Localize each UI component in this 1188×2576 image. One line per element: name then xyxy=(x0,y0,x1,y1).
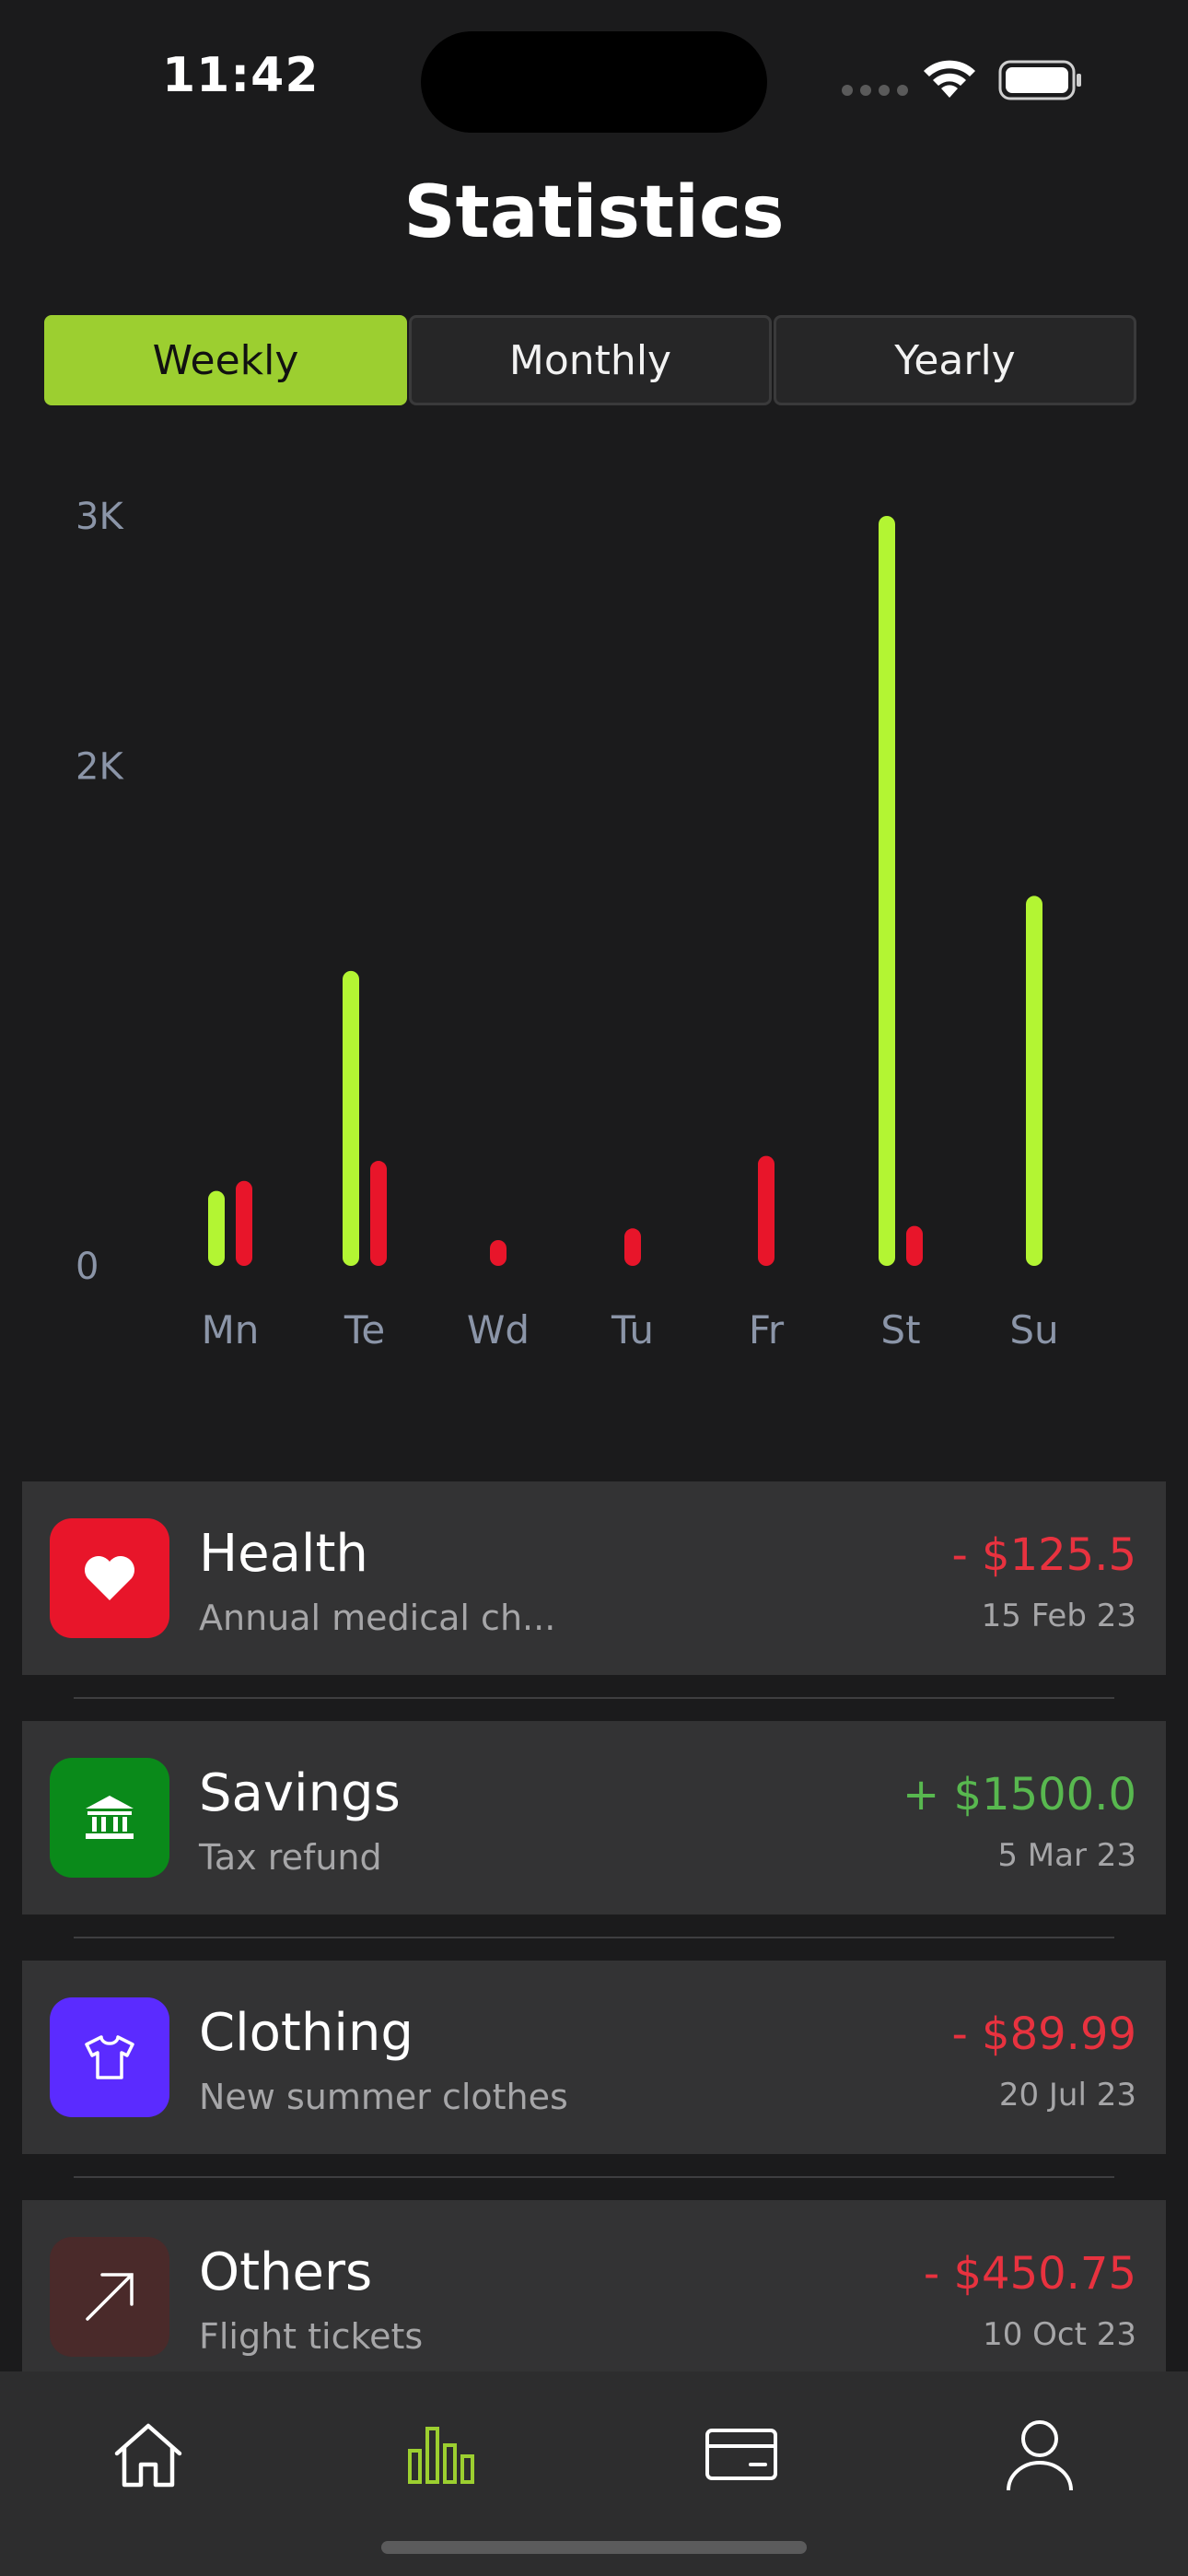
x-tick-label: Wd xyxy=(467,1307,530,1352)
transaction-subtitle: Annual medical ch... xyxy=(199,1598,556,1638)
transaction-item-clothing[interactable]: Clothing New summer clothes - $89.99 20 … xyxy=(22,1961,1166,2154)
divider xyxy=(74,1937,1114,1938)
bank-icon xyxy=(50,1758,169,1878)
home-indicator xyxy=(381,2541,807,2554)
chart-bar xyxy=(1026,896,1042,1266)
chart-bar xyxy=(343,970,359,1266)
transaction-amount: - $450.75 xyxy=(923,2248,1136,2300)
transaction-title: Health xyxy=(199,1524,368,1584)
chart-bar xyxy=(370,1161,387,1266)
x-tick-label: Te xyxy=(344,1307,385,1352)
divider xyxy=(74,1697,1114,1699)
status-time: 11:42 xyxy=(162,48,320,103)
transaction-item-others[interactable]: Others Flight tickets - $450.75 10 Oct 2… xyxy=(22,2200,1166,2394)
transaction-title: Others xyxy=(199,2242,373,2302)
transaction-item-savings[interactable]: Savings Tax refund + $1500.0 5 Mar 23 xyxy=(22,1721,1166,1914)
heart-icon xyxy=(50,1518,169,1638)
y-tick-label: 3K xyxy=(76,496,124,538)
chart-bar xyxy=(236,1180,252,1266)
y-tick-label: 0 xyxy=(76,1246,99,1288)
chart-bar xyxy=(758,1155,775,1266)
arrow-up-right-icon xyxy=(50,2237,169,2357)
x-tick-label: Fr xyxy=(749,1307,785,1352)
transaction-amount: - $89.99 xyxy=(951,2008,1136,2060)
transaction-subtitle: Tax refund xyxy=(199,1837,382,1878)
transaction-title: Savings xyxy=(199,1763,401,1823)
cellular-signal-icon xyxy=(842,85,908,96)
transaction-date: 15 Feb 23 xyxy=(981,1598,1136,1634)
segment-weekly[interactable]: Weekly xyxy=(44,315,407,405)
x-tick-label: Su xyxy=(1009,1307,1058,1352)
statistics-screen: 11:42 Statistics Weekly Monthly Yearly 0… xyxy=(0,0,1188,2576)
transaction-date: 5 Mar 23 xyxy=(997,1837,1136,1874)
transaction-subtitle: Flight tickets xyxy=(199,2316,424,2357)
chart-bar xyxy=(208,1190,225,1266)
segment-monthly[interactable]: Monthly xyxy=(409,315,772,405)
wifi-icon xyxy=(924,60,975,98)
chart-bar xyxy=(490,1240,507,1266)
transaction-item-health[interactable]: Health Annual medical ch... - $125.5 15 … xyxy=(22,1481,1166,1675)
tab-statistics[interactable] xyxy=(402,2414,484,2497)
transaction-amount: + $1500.0 xyxy=(903,1769,1136,1821)
transaction-list: Health Annual medical ch... - $125.5 15 … xyxy=(22,1481,1166,2394)
transaction-title: Clothing xyxy=(199,2003,413,2063)
transaction-date: 20 Jul 23 xyxy=(998,2077,1136,2113)
dynamic-island xyxy=(421,31,767,133)
x-tick-label: Tu xyxy=(611,1307,654,1352)
x-tick-label: St xyxy=(880,1307,920,1352)
tab-cards[interactable] xyxy=(700,2414,783,2497)
x-tick-label: Mn xyxy=(202,1307,260,1352)
home-icon xyxy=(114,2423,182,2488)
transaction-date: 10 Oct 23 xyxy=(983,2316,1136,2353)
tshirt-icon xyxy=(50,1997,169,2117)
page-title: Statistics xyxy=(403,171,785,254)
segment-yearly[interactable]: Yearly xyxy=(774,315,1136,405)
card-icon xyxy=(705,2429,777,2480)
tab-home[interactable] xyxy=(107,2414,190,2497)
transaction-amount: - $125.5 xyxy=(951,1529,1136,1581)
transaction-subtitle: New summer clothes xyxy=(199,2077,568,2117)
chart-icon xyxy=(408,2427,474,2484)
battery-icon xyxy=(998,60,1081,100)
chart-bar xyxy=(624,1228,641,1266)
profile-icon xyxy=(1007,2420,1073,2491)
period-segmented-control: Weekly Monthly Yearly xyxy=(44,315,1136,405)
chart-bar xyxy=(879,516,895,1266)
y-tick-label: 2K xyxy=(76,745,124,788)
weekly-bar-chart: 0 2K 3K Mn Te Wd Tu Fr St Su xyxy=(76,496,1059,1352)
chart-bar xyxy=(906,1225,923,1266)
divider xyxy=(74,2176,1114,2178)
tab-profile[interactable] xyxy=(998,2414,1081,2497)
